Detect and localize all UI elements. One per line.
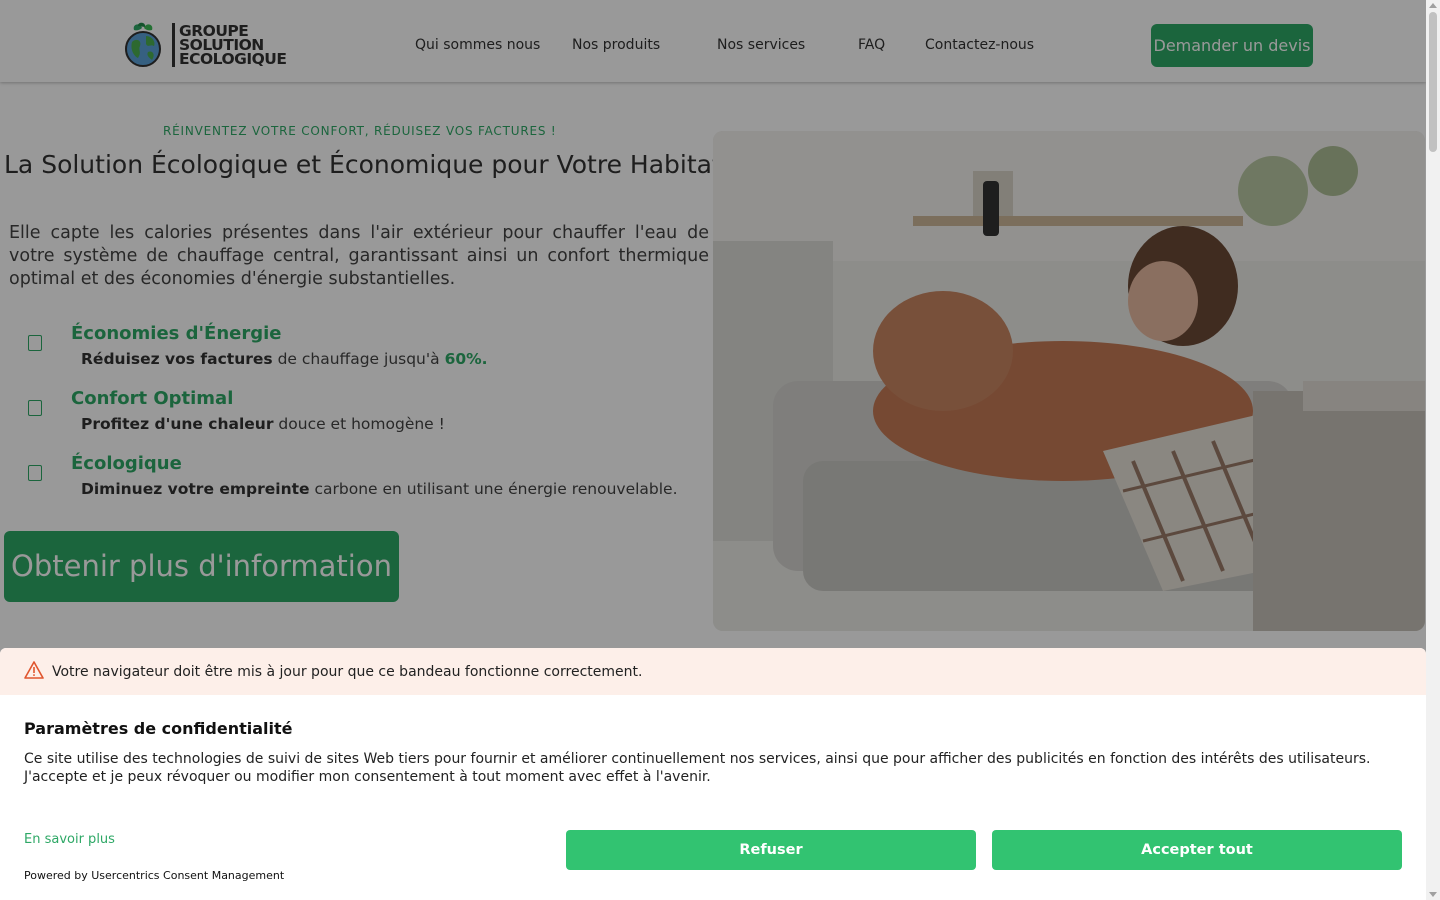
consent-title: Paramètres de confidentialité <box>24 719 293 738</box>
powered-by-text: Powered by Usercentrics Consent Manageme… <box>24 869 285 882</box>
learn-more-link[interactable]: En savoir plus <box>24 832 115 847</box>
consent-text: Ce site utilise des technologies de suiv… <box>24 751 1371 785</box>
warning-text: Votre navigateur doit être mis à jour po… <box>52 663 643 680</box>
refuse-button[interactable]: Refuser <box>566 830 976 870</box>
scroll-up-arrow-icon[interactable] <box>1429 3 1437 8</box>
scroll-down-arrow-icon[interactable] <box>1429 892 1437 897</box>
consent-banner: Votre navigateur doit être mis à jour po… <box>0 648 1426 900</box>
page-scrollbar[interactable] <box>1426 0 1440 900</box>
scrollbar-thumb[interactable] <box>1429 12 1437 152</box>
accept-all-button[interactable]: Accepter tout <box>992 830 1402 870</box>
browser-warning: Votre navigateur doit être mis à jour po… <box>0 648 1426 695</box>
warning-icon <box>24 660 44 683</box>
